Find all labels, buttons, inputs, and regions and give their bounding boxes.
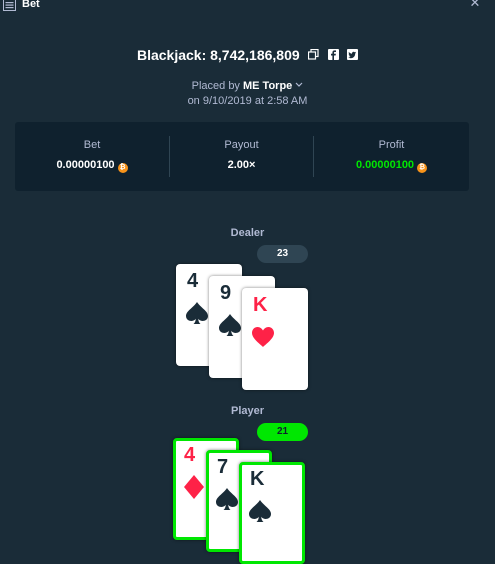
player-label: Player (230, 405, 265, 417)
card-rank: 4 (187, 270, 199, 292)
bet-stats-panel: Bet 0.00000100 ₿ Payout 2.00× Profit 0.00… (15, 122, 469, 191)
facebook-icon[interactable] (327, 49, 339, 61)
bet-list-icon (3, 0, 16, 11)
placed-by-label: Placed by (191, 80, 240, 92)
heart-icon (252, 327, 274, 347)
spade-icon (186, 302, 208, 324)
diamond-icon (184, 475, 204, 499)
card-rank: 7 (217, 456, 229, 478)
username-link[interactable]: ME Torpe (243, 80, 292, 92)
spade-icon (249, 500, 271, 522)
modal-header: Bet ✕ (0, 0, 495, 12)
stat-profit: Profit 0.00000100 ₿ (314, 122, 469, 191)
dealer-score-badge: 23 (257, 245, 308, 263)
card-rank: K (250, 468, 265, 490)
close-icon[interactable]: ✕ (468, 0, 482, 10)
stat-bet-label: Bet (83, 139, 101, 151)
spade-icon (219, 314, 241, 336)
twitter-icon[interactable] (347, 49, 359, 61)
stat-payout-value: 2.00× (227, 159, 256, 171)
stat-payout: Payout 2.00× (170, 122, 313, 191)
card-rank: 4 (184, 444, 196, 466)
card-rank: 9 (220, 282, 232, 304)
chevron-down-icon[interactable] (295, 82, 303, 88)
bet-title: Blackjack: 8,742,186,809 (136, 46, 300, 63)
player-card-3: K (239, 462, 305, 564)
stat-bet: Bet 0.00000100 ₿ (15, 122, 169, 191)
stat-payout-label: Payout (224, 139, 259, 151)
bet-timestamp: on 9/10/2019 at 2:58 AM (187, 95, 308, 107)
spade-icon (216, 488, 238, 510)
stat-profit-label: Profit (378, 139, 405, 151)
player-score-badge: 21 (257, 423, 308, 441)
stat-bet-value: 0.00000100 (56, 159, 115, 171)
copy-icon[interactable] (308, 49, 319, 60)
bitcoin-icon: ₿ (117, 163, 128, 173)
modal-title: Bet (22, 0, 40, 10)
dealer-card-3: K (242, 288, 308, 390)
card-rank: K (253, 294, 268, 316)
bet-title-row: Blackjack: 8,742,186,809 (0, 46, 495, 64)
placed-by: Placed by ME Torpe (0, 80, 495, 92)
stat-profit-value: 0.00000100 (355, 159, 415, 171)
stat-profit-value-wrap: 0.00000100 ₿ (314, 159, 469, 173)
stat-bet-value-wrap: 0.00000100 ₿ (15, 159, 169, 173)
dealer-label: Dealer (230, 227, 265, 239)
bitcoin-icon: ₿ (417, 163, 428, 173)
